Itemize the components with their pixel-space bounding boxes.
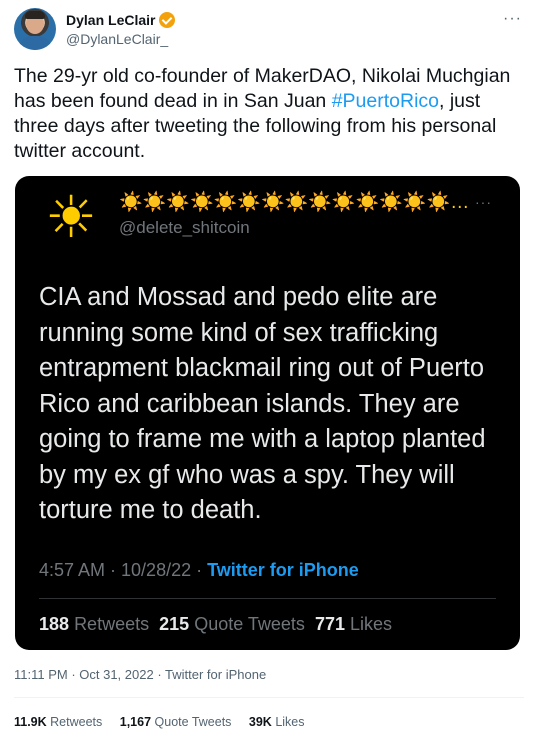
name-row: Dylan LeClair [66,12,176,28]
more-options-icon[interactable]: ··· [503,10,522,28]
tweet-stats: 11.9K Retweets 1,167 Quote Tweets 39K Li… [14,715,319,729]
verified-badge-icon [159,12,176,28]
divider [14,697,524,698]
author-name[interactable]: Dylan LeClair [66,12,155,28]
hashtag-link[interactable]: #PuertoRico [332,90,439,112]
quote-tweets-label: Quote Tweets [154,715,232,729]
quoted-handle[interactable]: @delete_shitcoin [119,218,250,238]
quoted-quotes-count[interactable]: 215 [159,614,189,634]
quoted-quotes-label[interactable]: Quote Tweets [194,614,305,634]
quoted-divider [39,598,496,599]
quoted-display-name[interactable]: ☀️☀️☀️☀️☀️☀️☀️☀️☀️☀️☀️☀️☀️☀️… [119,190,469,214]
quoted-time[interactable]: 4:57 AM · 10/28/22 · [39,560,207,580]
quoted-retweets-count[interactable]: 188 [39,614,69,634]
avatar-hair [25,11,45,19]
quoted-tweet-card[interactable]: ☀ ☀️☀️☀️☀️☀️☀️☀️☀️☀️☀️☀️☀️☀️☀️… @delete_… [15,176,520,650]
quote-tweets-count: 1,167 [119,715,152,729]
likes-label: Likes [275,715,305,729]
quoted-source[interactable]: Twitter for iPhone [207,560,359,580]
tweet-text: The 29-yr old co-founder of MakerDAO, Ni… [14,64,519,164]
quoted-retweets-label[interactable]: Retweets [74,614,149,634]
avatar[interactable] [14,8,56,50]
quoted-timestamp: 4:57 AM · 10/28/22 · Twitter for iPhone [39,560,359,581]
likes-stat[interactable]: 39K Likes [249,715,305,729]
quoted-likes-count[interactable]: 771 [315,614,345,634]
likes-count: 39K [248,715,272,729]
sun-icon[interactable]: ☀ [37,184,105,252]
quoted-stats: 188 Retweets 215 Quote Tweets 771 Likes [39,614,392,635]
retweets-label: Retweets [50,715,103,729]
quoted-text: CIA and Mossad and pedo elite are runnin… [39,283,486,524]
quote-tweets-stat[interactable]: 1,167 Quote Tweets [120,715,232,729]
retweets-count: 11.9K [14,715,47,729]
quoted-likes-label[interactable]: Likes [350,614,392,634]
tweet-timestamp[interactable]: 11:11 PM · Oct 31, 2022 · Twitter for iP… [14,667,266,682]
quoted-more-options-icon[interactable]: ··· [475,194,492,210]
author-handle[interactable]: @DylanLeClair_ [66,31,168,47]
avatar-shirt [18,36,52,50]
retweets-stat[interactable]: 11.9K Retweets [14,715,102,729]
tweet-header: Dylan LeClair @DylanLeClair_ ··· [14,8,524,56]
